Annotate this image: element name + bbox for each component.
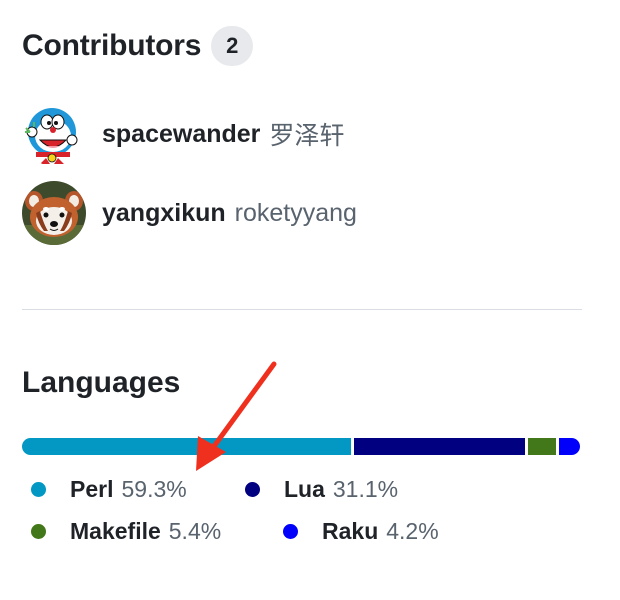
language-item-lua[interactable]: Lua 31.1% [245, 476, 398, 503]
language-name: Perl [70, 476, 114, 502]
raku-color-dot-icon [283, 524, 298, 539]
language-item-perl[interactable]: Perl 59.3% [31, 476, 187, 503]
doraemon-avatar[interactable] [22, 102, 86, 166]
makefile-color-dot-icon [31, 524, 46, 539]
contributors-title[interactable]: Contributors [22, 29, 201, 63]
red-panda-avatar[interactable] [22, 181, 86, 245]
section-divider [22, 309, 582, 310]
lang-bar-segment-lua[interactable] [353, 438, 525, 455]
contributor-name: roketyyang [234, 198, 357, 227]
red-arrow-icon [196, 361, 277, 471]
language-item-makefile[interactable]: Makefile 5.4% [31, 518, 221, 545]
repo-sidebar: Contributors 2 spacewander 罗泽轩 yangxikun… [0, 0, 620, 600]
contributors-count-badge: 2 [211, 26, 254, 66]
contributor-login[interactable]: yangxikun [102, 199, 226, 228]
language-percent: 4.2% [386, 518, 439, 544]
perl-color-dot-icon [31, 482, 46, 497]
lang-bar-segment-makefile[interactable] [527, 438, 556, 455]
contributors-header: Contributors 2 [22, 26, 254, 66]
contributor-login[interactable]: spacewander [102, 120, 260, 149]
lua-color-dot-icon [245, 482, 260, 497]
languages-bar [22, 438, 580, 455]
language-percent: 59.3% [121, 476, 187, 502]
languages-title: Languages [22, 366, 181, 399]
language-name: Makefile [70, 518, 161, 544]
language-percent: 5.4% [168, 518, 222, 544]
language-name: Lua [284, 476, 325, 502]
lang-bar-segment-perl[interactable] [22, 438, 351, 455]
language-percent: 31.1% [332, 476, 399, 502]
language-name: Raku [322, 518, 379, 544]
contributor-name: 罗泽轩 [269, 122, 345, 150]
language-item-raku[interactable]: Raku 4.2% [283, 518, 439, 545]
contributor-yangxikun[interactable]: yangxikun roketyyang [22, 181, 357, 245]
lang-bar-segment-raku[interactable] [558, 438, 580, 455]
contributor-spacewander[interactable]: spacewander 罗泽轩 [22, 102, 344, 166]
